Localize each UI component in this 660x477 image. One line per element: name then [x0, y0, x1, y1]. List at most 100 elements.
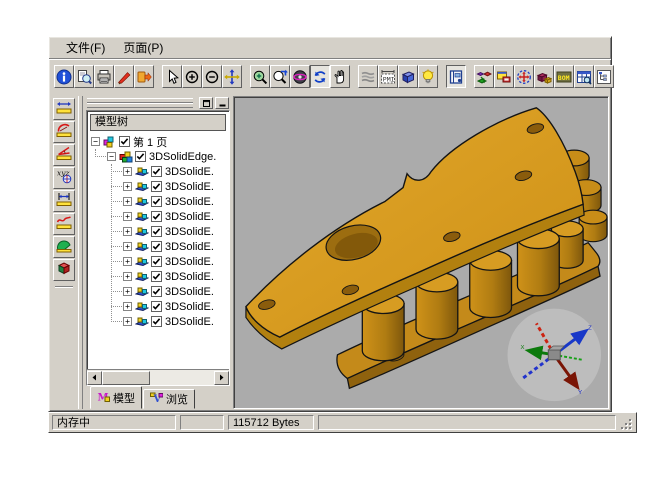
snapshot-icon: [496, 69, 512, 85]
checkbox[interactable]: [151, 181, 162, 192]
expander-icon[interactable]: +: [123, 182, 132, 191]
dock-gripper[interactable]: [86, 97, 229, 109]
part-node-icon: [135, 271, 149, 283]
print-icon: [96, 69, 112, 85]
tab-model[interactable]: M模型: [90, 386, 142, 409]
rotate-view-button[interactable]: [310, 65, 330, 88]
status-panel-3: [318, 415, 616, 430]
structure-tree-button[interactable]: [594, 65, 614, 88]
pan-axes-button[interactable]: [222, 65, 242, 88]
tree-connector: [111, 216, 122, 217]
assembly-tree-button[interactable]: [474, 65, 494, 88]
tree-row-part-7[interactable]: +3DSolidE.: [87, 269, 229, 284]
rotate-center-button[interactable]: [514, 65, 534, 88]
measure-area-button[interactable]: [53, 236, 75, 258]
print-button[interactable]: [94, 65, 114, 88]
measure-length-button[interactable]: [53, 98, 75, 120]
checkbox[interactable]: [119, 136, 130, 147]
explode-view-button[interactable]: [534, 65, 554, 88]
tree-row-part-1[interactable]: +3DSolidE.: [87, 179, 229, 194]
lights-button[interactable]: [418, 65, 438, 88]
scroll-left-button[interactable]: [87, 371, 102, 385]
markup-pen-button[interactable]: [114, 65, 134, 88]
checkbox[interactable]: [135, 151, 146, 162]
pmi-button[interactable]: PMI: [378, 65, 398, 88]
tree-node-label: 3DSolidEdge.: [149, 151, 216, 163]
checkbox[interactable]: [151, 196, 162, 207]
tree-connector: [111, 246, 122, 247]
zoom-window-icon: [252, 69, 268, 85]
checkbox[interactable]: [151, 271, 162, 282]
checkbox[interactable]: [151, 256, 162, 267]
checkbox[interactable]: [151, 286, 162, 297]
bom-button[interactable]: BOM: [554, 65, 574, 88]
tree-node-label: 3DSolidE.: [165, 286, 214, 298]
expander-icon[interactable]: +: [123, 212, 132, 221]
zoom-dynamic-button[interactable]: [270, 65, 290, 88]
checkbox[interactable]: [151, 166, 162, 177]
pan-hand-icon: [332, 69, 348, 85]
expander-icon[interactable]: +: [123, 197, 132, 206]
notebook-button[interactable]: [446, 65, 466, 88]
tree-row-part-8[interactable]: +3DSolidE.: [87, 284, 229, 299]
checkbox[interactable]: [151, 211, 162, 222]
tree-row-part-5[interactable]: +3DSolidE.: [87, 239, 229, 254]
dock-hide-button[interactable]: [215, 97, 229, 109]
app-window: 文件(F)页面(P) PMIBOM xyz 模型树 −第: [48, 36, 612, 412]
orbit-button[interactable]: [290, 65, 310, 88]
dock-float-button[interactable]: [199, 97, 213, 109]
expander-icon[interactable]: +: [123, 302, 132, 311]
tree-row-page[interactable]: −第 1 页: [87, 134, 229, 149]
measure-angle-button[interactable]: [53, 144, 75, 166]
tree-row-assembly[interactable]: − 3DSolidEdge.: [87, 149, 229, 164]
tree-row-part-4[interactable]: +3DSolidE.: [87, 224, 229, 239]
expander-icon[interactable]: −: [107, 152, 116, 161]
export-button[interactable]: [134, 65, 154, 88]
snapshot-button[interactable]: [494, 65, 514, 88]
zoom-out-button[interactable]: [202, 65, 222, 88]
zoom-window-button[interactable]: [250, 65, 270, 88]
expander-icon[interactable]: −: [91, 137, 100, 146]
expander-icon[interactable]: +: [123, 287, 132, 296]
menu-item-file[interactable]: 文件(F): [57, 37, 114, 58]
measure-radius-button[interactable]: [53, 121, 75, 143]
checkbox[interactable]: [151, 226, 162, 237]
expander-icon[interactable]: +: [123, 272, 132, 281]
tree-connector: [111, 171, 122, 172]
zoom-in-button[interactable]: [182, 65, 202, 88]
views-cube-button[interactable]: [398, 65, 418, 88]
measure-volume-icon: [56, 260, 72, 281]
render-mode-button[interactable]: [358, 65, 378, 88]
expander-icon[interactable]: +: [123, 227, 132, 236]
expander-icon[interactable]: +: [123, 317, 132, 326]
expander-icon[interactable]: +: [123, 242, 132, 251]
panel-splitter[interactable]: [78, 96, 83, 409]
info-button[interactable]: [54, 65, 74, 88]
scroll-right-button[interactable]: [214, 371, 229, 385]
checkbox[interactable]: [151, 241, 162, 252]
expander-icon[interactable]: +: [123, 257, 132, 266]
checkbox[interactable]: [151, 316, 162, 327]
expander-icon[interactable]: +: [123, 167, 132, 176]
measure-curve-button[interactable]: [53, 213, 75, 235]
tree-row-part-0[interactable]: +3DSolidE.: [87, 164, 229, 179]
tree-row-part-3[interactable]: +3DSolidE.: [87, 209, 229, 224]
tree-hscrollbar[interactable]: [87, 369, 229, 385]
scroll-thumb[interactable]: [102, 371, 150, 385]
viewport-3d[interactable]: Z Y X: [233, 96, 609, 409]
tree-row-part-10[interactable]: +3DSolidE.: [87, 314, 229, 329]
report-table-button[interactable]: [574, 65, 594, 88]
measure-coordinate-button[interactable]: xyz: [53, 167, 75, 189]
tree-row-part-9[interactable]: +3DSolidE.: [87, 299, 229, 314]
resize-grip[interactable]: [620, 418, 633, 431]
menu-item-page[interactable]: 页面(P): [114, 37, 172, 58]
tab-browse[interactable]: V浏览: [143, 389, 195, 409]
tree-row-part-2[interactable]: +3DSolidE.: [87, 194, 229, 209]
measure-volume-button[interactable]: [53, 259, 75, 281]
select-arrow-button[interactable]: [162, 65, 182, 88]
pan-hand-button[interactable]: [330, 65, 350, 88]
checkbox[interactable]: [151, 301, 162, 312]
tree-row-part-6[interactable]: +3DSolidE.: [87, 254, 229, 269]
print-preview-button[interactable]: [74, 65, 94, 88]
measure-distance-button[interactable]: [53, 190, 75, 212]
